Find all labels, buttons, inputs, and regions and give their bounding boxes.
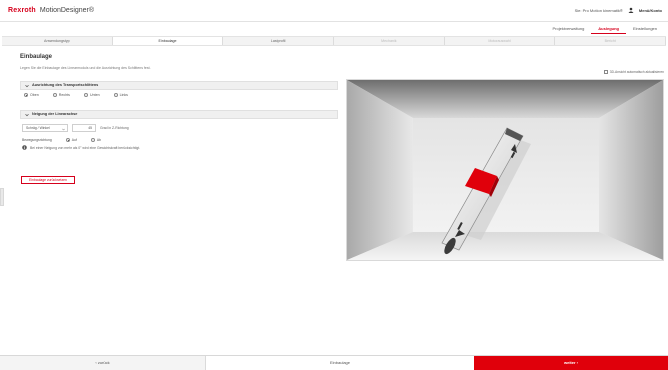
project-link[interactable]: Sie: Pro Motion kinematik®	[575, 8, 623, 13]
auto-update-toggle[interactable]: 3D-Ansicht automatisch aktualisieren	[603, 70, 664, 74]
page-title: Einbaulage	[20, 54, 53, 60]
intro-text: Legen Sie die Einbaulage des Linearmodul…	[20, 66, 151, 70]
radio-links[interactable]: Links	[113, 93, 128, 97]
info-note: Bei einer Neigung von mehr als 0° wird e…	[22, 145, 336, 150]
step-tabs: Anwendungstyp Einbaulage Lastprofil Mech…	[2, 36, 667, 46]
angle-row: Schräg / Winkel 45 Grad in Z-Richtung	[22, 124, 336, 132]
step-tab-anwendungstyp[interactable]: Anwendungstyp	[2, 37, 113, 45]
step-tab-einbaulage[interactable]: Einbaulage	[112, 37, 224, 45]
radio-ab[interactable]: Ab	[90, 138, 101, 142]
step-tab-bericht: Bericht	[555, 37, 667, 45]
side-panel-handle[interactable]	[0, 188, 4, 206]
nav-item-projektverwaltung[interactable]: Projektverwaltung	[546, 24, 592, 34]
nav-item-einstellungen[interactable]: Einstellungen	[626, 24, 664, 34]
main-nav: Projektverwaltung Auslegung Einstellunge…	[0, 22, 668, 34]
user-icon[interactable]	[628, 7, 634, 13]
reset-button[interactable]: Einbaulage zurücksetzen	[21, 176, 75, 184]
brand: Rexroth MotionDesigner®	[8, 7, 94, 14]
current-step-label: Einbaulage	[206, 356, 474, 370]
app-header: Rexroth MotionDesigner® Sie: Pro Motion …	[0, 0, 668, 22]
bottom-bar: ‹ zurück Einbaulage weiter ›	[0, 355, 668, 370]
angle-section-header[interactable]: Neigung der Linearachse	[20, 110, 338, 119]
chevron-down-icon	[62, 127, 65, 131]
step-tab-lastprofil[interactable]: Lastprofil	[223, 37, 335, 45]
info-note-text: Bei einer Neigung von mehr als 0° wird e…	[30, 145, 141, 150]
3d-viewport[interactable]	[346, 79, 664, 261]
info-icon	[22, 145, 27, 150]
angle-unit: Grad in Z-Richtung	[100, 126, 129, 130]
orientation-options: Oben Rechts Unten Links	[24, 93, 336, 97]
chevron-down-icon	[25, 84, 29, 88]
orientation-section-header[interactable]: Ausrichtung des Transportschlittens	[20, 81, 338, 90]
header-actions: Sie: Pro Motion kinematik® Menü/Konto	[575, 7, 662, 13]
step-tab-mechanik: Mechanik	[334, 37, 445, 45]
angle-input[interactable]: 45	[72, 124, 96, 132]
angle-section-title: Neigung der Linearachse	[32, 112, 78, 116]
brand-logo: Rexroth	[8, 7, 36, 14]
orientation-section-title: Ausrichtung des Transportschlittens	[32, 83, 99, 87]
3d-scene	[347, 80, 663, 260]
angle-section: Neigung der Linearachse Schräg / Winkel …	[20, 110, 338, 153]
direction-row: Bewegungsrichtung Auf Ab	[22, 138, 336, 142]
direction-label: Bewegungsrichtung	[22, 138, 52, 142]
auto-update-label: 3D-Ansicht automatisch aktualisieren	[609, 70, 664, 74]
radio-auf[interactable]: Auf	[65, 138, 77, 142]
nav-item-auslegung[interactable]: Auslegung	[591, 24, 626, 34]
radio-rechts[interactable]: Rechts	[52, 93, 70, 97]
app-name: MotionDesigner®	[39, 7, 95, 14]
radio-oben[interactable]: Oben	[24, 93, 39, 97]
angle-mode-select[interactable]: Schräg / Winkel	[22, 124, 68, 132]
user-menu[interactable]: Menü/Konto	[639, 8, 662, 13]
radio-unten[interactable]: Unten	[83, 93, 100, 97]
orientation-section: Ausrichtung des Transportschlittens Oben…	[20, 81, 338, 100]
back-button[interactable]: ‹ zurück	[0, 356, 206, 370]
auto-update-checkbox[interactable]	[603, 70, 608, 74]
chevron-down-icon	[25, 113, 29, 117]
step-tab-motorauswahl: Motorauswahl	[445, 37, 556, 45]
next-button[interactable]: weiter ›	[474, 356, 668, 370]
